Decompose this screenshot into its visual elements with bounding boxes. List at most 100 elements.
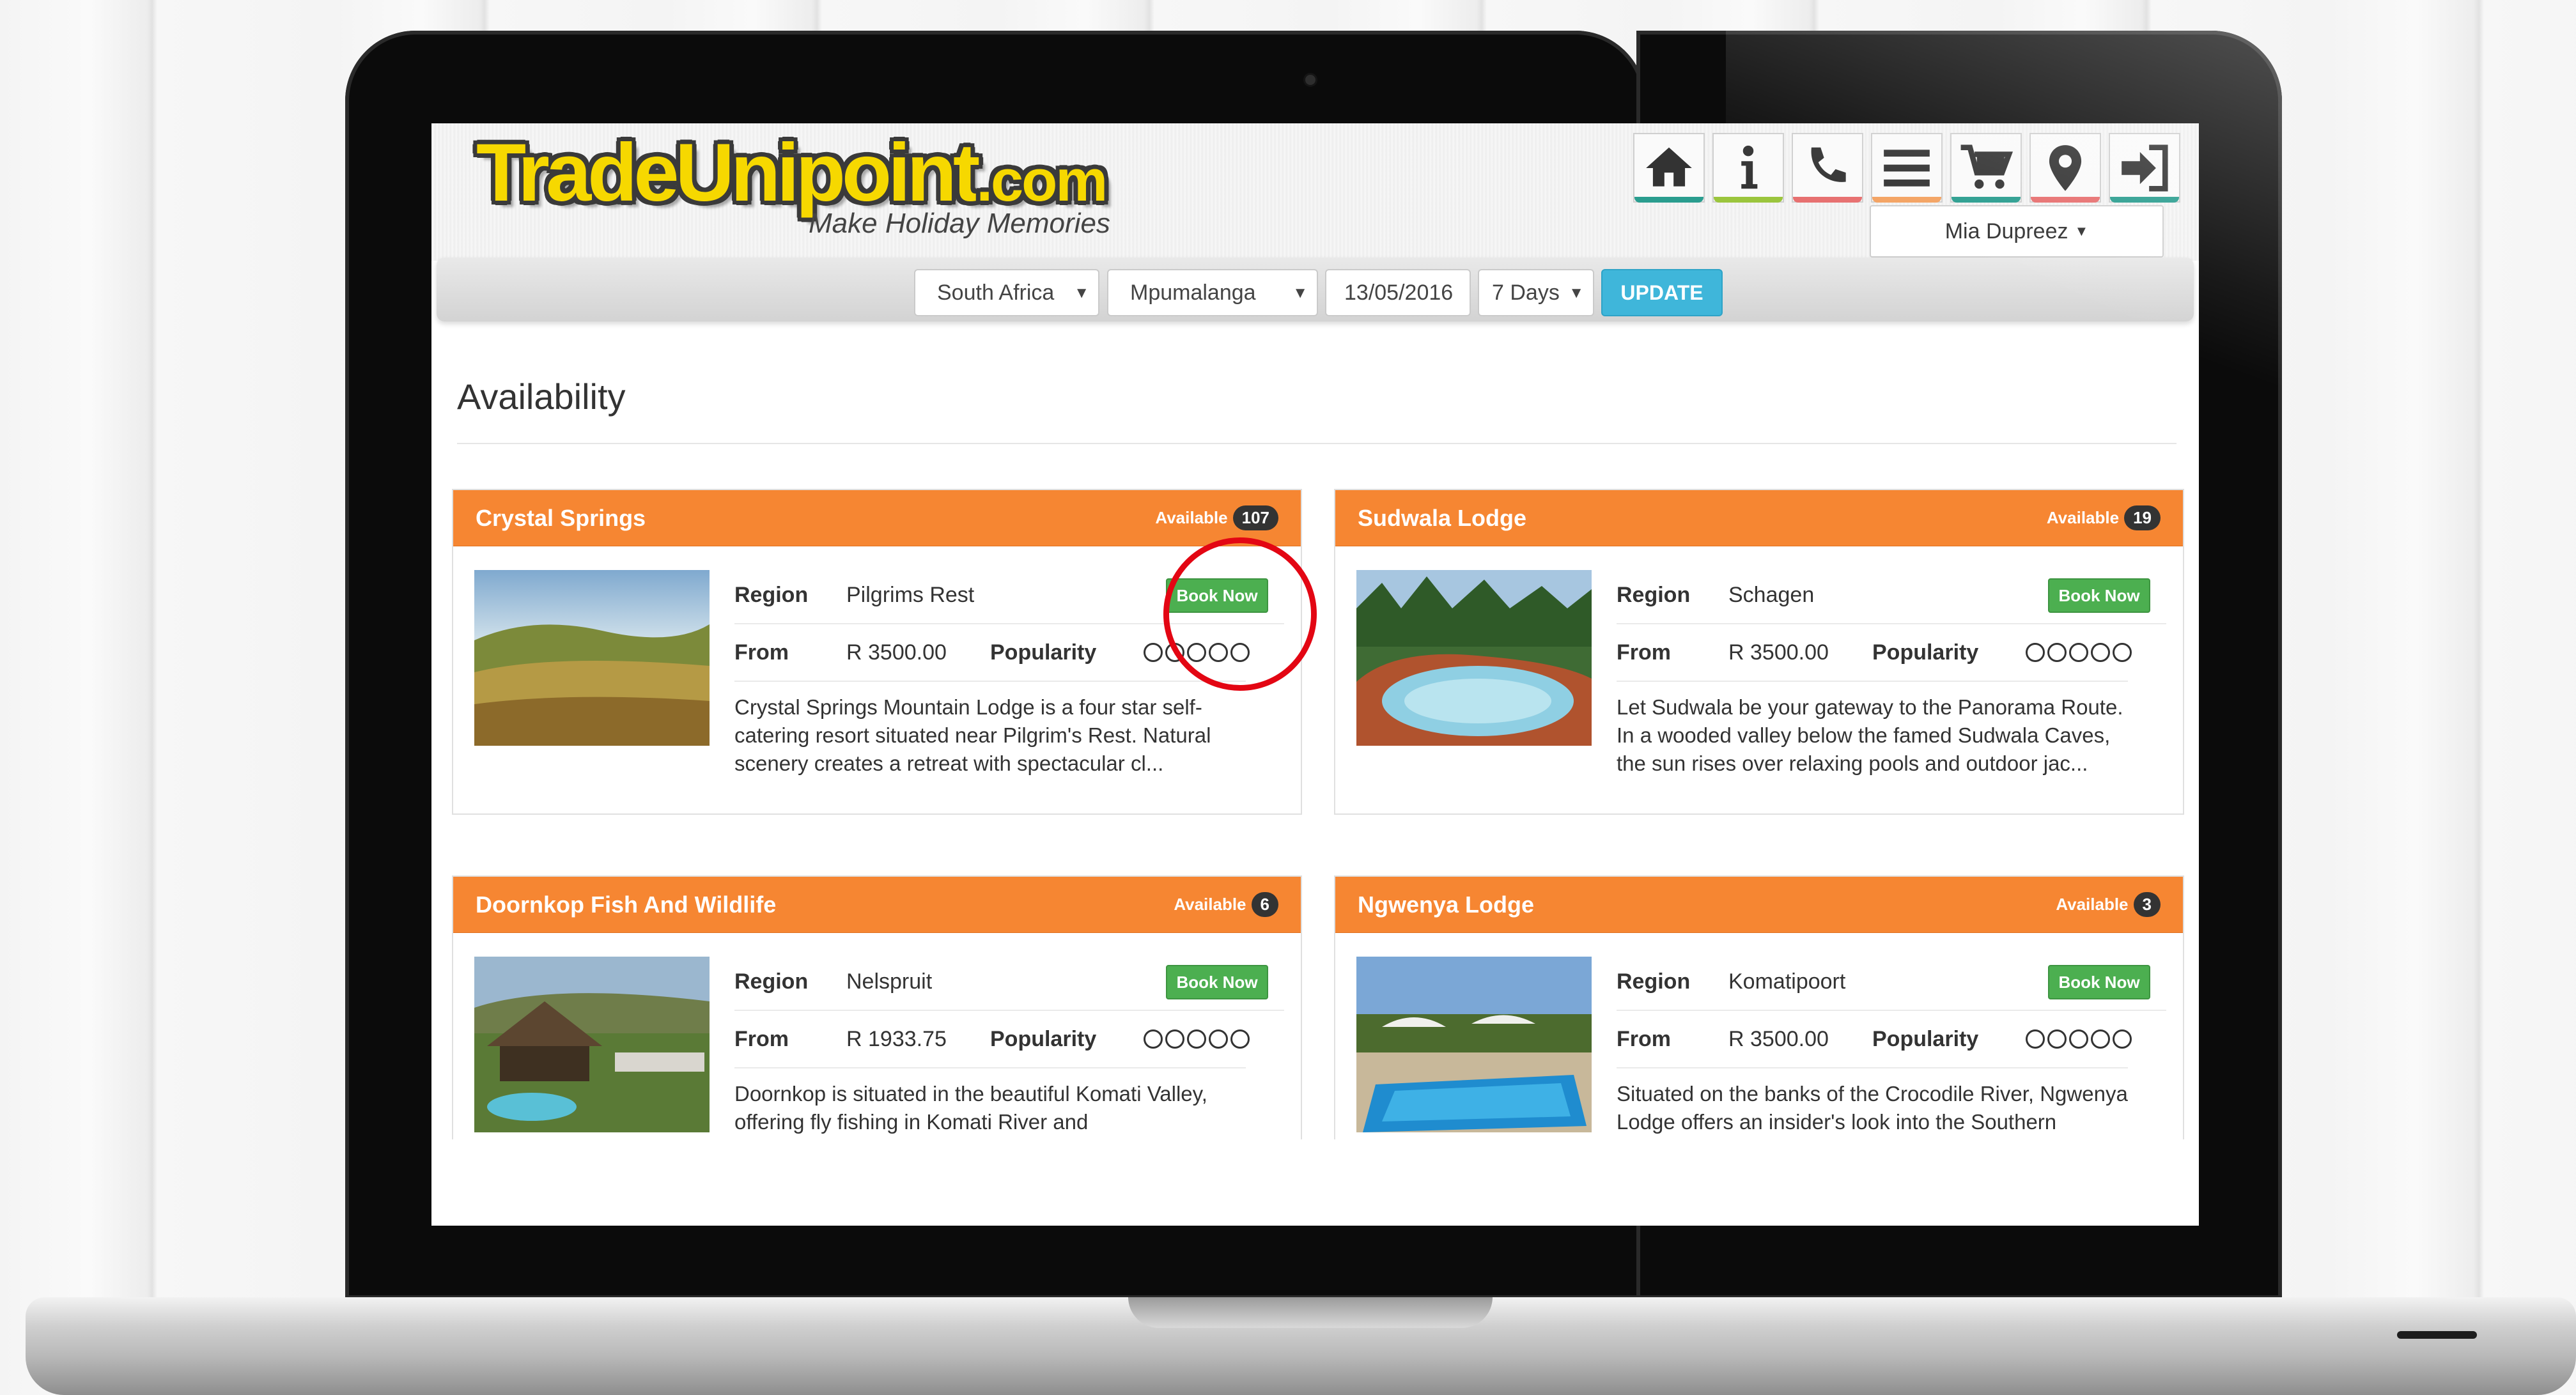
availability-badge: Available 6 xyxy=(1174,892,1278,917)
menu-icon xyxy=(1884,149,1930,187)
lodge-card: Sudwala Lodge Available 19 Region Schage… xyxy=(1334,489,2184,815)
site-logo[interactable]: TradeUnipoint.com xyxy=(476,127,1108,219)
region-value: Pilgrims Rest xyxy=(846,582,975,607)
user-dropdown[interactable]: Mia Dupreez ▼ xyxy=(1870,205,2164,258)
highlight-circle xyxy=(1163,537,1317,691)
book-now-button[interactable]: Book Now xyxy=(1166,965,1268,999)
location-pin-icon xyxy=(2049,144,2082,191)
logo-suffix-text: .com xyxy=(976,148,1108,213)
available-count: 19 xyxy=(2124,505,2161,530)
rating-circle-icon xyxy=(2026,643,2045,662)
caret-down-icon: ▼ xyxy=(1569,284,1584,302)
lodge-card-header: Crystal Springs Available 107 xyxy=(453,490,1301,546)
available-count: 6 xyxy=(1251,892,1278,917)
availability-badge: Available 19 xyxy=(2047,505,2161,530)
country-value: South Africa xyxy=(937,280,1055,305)
available-label: Available xyxy=(2046,508,2120,527)
cart-icon xyxy=(1960,144,2013,189)
rating-circle-icon xyxy=(2026,1029,2045,1049)
site-tagline: Make Holiday Memories xyxy=(809,208,1110,239)
caret-down-icon: ▼ xyxy=(1074,284,1089,302)
province-value: Mpumalanga xyxy=(1130,280,1256,305)
country-select[interactable]: South Africa ▼ xyxy=(914,269,1099,316)
rating-circle-icon xyxy=(2091,1029,2110,1049)
province-select[interactable]: Mpumalanga ▼ xyxy=(1107,269,1318,316)
info-icon xyxy=(1741,145,1758,189)
from-label: From xyxy=(734,640,789,665)
divider xyxy=(457,443,2176,444)
region-label: Region xyxy=(734,582,809,607)
logo-main-text: TradeUnipoint xyxy=(476,127,980,219)
lodge-photo[interactable] xyxy=(474,957,710,1132)
lodge-info: Region Nelspruit Book Now From R 1933.75… xyxy=(734,953,1284,1164)
lodge-card-header: Doornkop Fish And Wildlife Available 6 xyxy=(453,877,1301,933)
book-now-button[interactable]: Book Now xyxy=(2048,965,2150,999)
home-button[interactable] xyxy=(1633,133,1705,203)
popularity-label: Popularity xyxy=(1872,640,1979,665)
rating-circle-icon xyxy=(2113,1029,2132,1049)
popularity-label: Popularity xyxy=(1872,1026,1979,1051)
rating-circle-icon xyxy=(1230,1029,1250,1049)
lodge-photo[interactable] xyxy=(1356,957,1592,1132)
price-value: R 3500.00 xyxy=(846,640,947,665)
popularity-rating xyxy=(1144,1029,1250,1049)
lodge-name[interactable]: Sudwala Lodge xyxy=(1358,505,1526,532)
lodge-name[interactable]: Ngwenya Lodge xyxy=(1358,891,1534,918)
cart-button[interactable] xyxy=(1950,133,2022,203)
phone-button[interactable] xyxy=(1792,133,1863,203)
lodge-name[interactable]: Doornkop Fish And Wildlife xyxy=(476,891,776,918)
laptop-screen: TradeUnipoint.com Make Holiday Memories xyxy=(431,123,2199,1226)
popularity-label: Popularity xyxy=(990,640,1097,665)
price-value: R 1933.75 xyxy=(846,1026,947,1051)
available-label: Available xyxy=(1155,508,1228,527)
lodge-card-header: Ngwenya Lodge Available 3 xyxy=(1335,877,2183,933)
laptop-base-notch xyxy=(1128,1297,1493,1328)
region-label: Region xyxy=(1617,582,1691,607)
caret-down-icon: ▼ xyxy=(1292,284,1308,302)
availability-badge: Available 107 xyxy=(1155,505,1278,530)
from-label: From xyxy=(1617,1026,1671,1051)
duration-select[interactable]: 7 Days ▼ xyxy=(1478,269,1594,316)
lodge-name[interactable]: Crystal Springs xyxy=(476,505,646,532)
rating-circle-icon xyxy=(2113,643,2132,662)
region-label: Region xyxy=(1617,969,1691,994)
lodge-description: Let Sudwala be your gateway to the Panor… xyxy=(1617,681,2128,778)
lodge-card-header: Sudwala Lodge Available 19 xyxy=(1335,490,2183,546)
available-label: Available xyxy=(2056,895,2129,914)
location-button[interactable] xyxy=(2029,133,2101,203)
available-count: 3 xyxy=(2133,892,2161,917)
from-label: From xyxy=(734,1026,789,1051)
info-button[interactable] xyxy=(1712,133,1784,203)
menu-button[interactable] xyxy=(1871,133,1943,203)
price-value: R 3500.00 xyxy=(1728,640,1829,665)
popularity-rating xyxy=(2026,1029,2132,1049)
region-value: Komatipoort xyxy=(1728,969,1846,994)
lodge-description: Crystal Springs Mountain Lodge is a four… xyxy=(734,681,1246,778)
rating-circle-icon xyxy=(2047,1029,2067,1049)
rating-circle-icon xyxy=(2047,643,2067,662)
rating-circle-icon xyxy=(2069,1029,2088,1049)
date-input[interactable]: 13/05/2016 xyxy=(1325,269,1471,316)
update-button[interactable]: UPDATE xyxy=(1601,269,1723,316)
lodge-photo[interactable] xyxy=(1356,570,1592,746)
webcam xyxy=(1305,75,1315,85)
price-value: R 3500.00 xyxy=(1728,1026,1829,1051)
site-header: TradeUnipoint.com Make Holiday Memories xyxy=(431,123,2199,261)
nav-icon-bar xyxy=(1633,133,2180,203)
available-label: Available xyxy=(1174,895,1246,914)
login-button[interactable] xyxy=(2109,133,2180,203)
region-label: Region xyxy=(734,969,809,994)
login-icon xyxy=(2122,144,2168,192)
lodge-photo[interactable] xyxy=(474,570,710,746)
lodge-info: Region Schagen Book Now From R 3500.00 P… xyxy=(1617,567,2166,778)
page-title: Availability xyxy=(457,376,626,417)
book-now-button[interactable]: Book Now xyxy=(2048,578,2150,613)
region-value: Schagen xyxy=(1728,582,1815,607)
rating-circle-icon xyxy=(1144,1029,1163,1049)
popularity-label: Popularity xyxy=(990,1026,1097,1051)
lodge-info: Region Komatipoort Book Now From R 3500.… xyxy=(1617,953,2166,1164)
popularity-rating xyxy=(2026,643,2132,662)
screen-bottom-fill xyxy=(431,1139,2199,1226)
rating-circle-icon xyxy=(1209,1029,1228,1049)
rating-circle-icon xyxy=(1165,1029,1184,1049)
